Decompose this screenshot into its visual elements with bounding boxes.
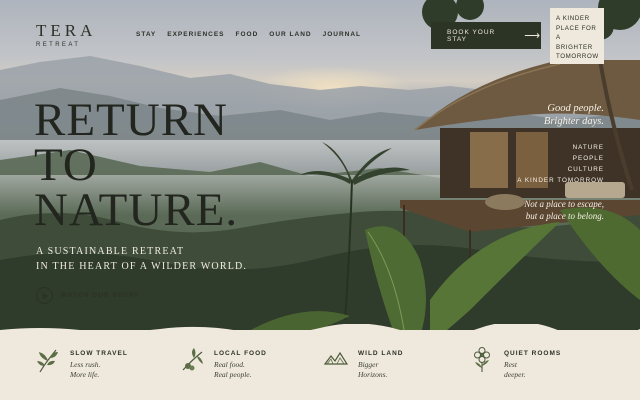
watch-story-label: WATCH OUR STORY (61, 292, 140, 299)
arrow-right-icon: ⟶ (524, 30, 541, 42)
aside-tagline-line: but a place to belong. (525, 211, 604, 221)
value-item-people: PEOPLE (572, 155, 604, 162)
olive-branch-icon (182, 348, 203, 371)
tagline-card-line: A KINDER (556, 15, 590, 22)
feature-line: Bigger (358, 360, 379, 369)
feature-title: WILD LAND (358, 350, 404, 357)
main-nav: STAY EXPERIENCES FOOD OUR LAND JOURNAL (136, 31, 361, 38)
flower-icon (474, 347, 490, 372)
aside-tagline: Not a place to escape, but a place to be… (517, 198, 604, 222)
feature-title: LOCAL FOOD (214, 350, 267, 357)
subheadline-line: A SUSTAINABLE RETREAT (36, 246, 185, 257)
headline-line: RETURN (34, 94, 228, 146)
aside-quote-line: Brighter days. (543, 116, 604, 127)
leaf-branch-icon (37, 349, 58, 373)
feature-line: Horizons. (358, 370, 388, 379)
brand-logo[interactable]: TERA RETREAT (36, 21, 97, 49)
brand-tagline: RETREAT (36, 42, 81, 48)
feature-line: deeper. (504, 370, 526, 379)
wave-divider (0, 324, 640, 334)
hero-aside: Good people. Brighter days. NATURE PEOPL… (517, 102, 604, 222)
hero-subheadline: A SUSTAINABLE RETREAT IN THE HEART OF A … (36, 244, 247, 274)
feature-line: More life. (70, 370, 100, 379)
book-button-label: BOOK YOUR STAY (447, 28, 496, 43)
value-item-nature: NATURE (572, 144, 604, 151)
tagline-card-line: PLACE FOR (556, 24, 597, 32)
nav-item-our-land[interactable]: OUR LAND (269, 31, 311, 38)
feature-title: SLOW TRAVEL (70, 350, 128, 357)
values-list: NATURE PEOPLE CULTURE A KINDER TOMORROW (517, 142, 604, 186)
tagline-card-line: BRIGHTER (556, 43, 593, 51)
aside-quote-line: Good people. (547, 103, 604, 114)
nav-item-journal[interactable]: JOURNAL (323, 31, 361, 38)
headline-line: NATURE. (34, 184, 239, 236)
feature-wild-land: WILD LAND Bigger Horizons. (324, 346, 403, 380)
hero-headline: RETURN TO NATURE. (34, 94, 239, 236)
tagline-card-line: A (556, 34, 561, 41)
nav-item-experiences[interactable]: EXPERIENCES (167, 31, 224, 38)
feature-quiet-rooms: QUIET ROOMS Rest deeper. (470, 346, 561, 380)
subheadline-line: IN THE HEART OF A WILDER WORLD. (36, 261, 248, 272)
aside-tagline-line: Not a place to escape, (524, 199, 604, 209)
feature-line: Real people. (214, 370, 252, 379)
brand-name: TERA (36, 21, 97, 40)
value-item-kinder-tomorrow: A KINDER TOMORROW (517, 177, 604, 184)
feature-local-food: LOCAL FOOD Real food. Real people. (180, 346, 267, 380)
feature-line: Real food. (214, 360, 245, 369)
features-strip: SLOW TRAVEL Less rush. More life. LOCAL … (0, 324, 640, 400)
feature-line: Rest (504, 360, 517, 369)
value-item-culture: CULTURE (567, 166, 604, 173)
hero-section: TERA RETREAT STAY EXPERIENCES FOOD OUR L… (0, 0, 640, 336)
nav-item-food[interactable]: FOOD (236, 31, 259, 38)
mountain-icon (324, 351, 348, 365)
headline-line: TO (34, 139, 98, 191)
feature-slow-travel: SLOW TRAVEL Less rush. More life. (36, 346, 128, 380)
book-your-stay-button[interactable]: BOOK YOUR STAY ⟶ (431, 22, 541, 49)
feature-title: QUIET ROOMS (504, 350, 562, 357)
tagline-card: A KINDER PLACE FOR A BRIGHTER TOMORROW (550, 8, 604, 64)
feature-line: Less rush. (70, 360, 101, 369)
play-icon (36, 287, 53, 304)
tagline-card-line: TOMORROW (556, 53, 599, 60)
watch-our-story-link[interactable]: WATCH OUR STORY (36, 287, 139, 304)
nav-item-stay[interactable]: STAY (136, 31, 156, 38)
